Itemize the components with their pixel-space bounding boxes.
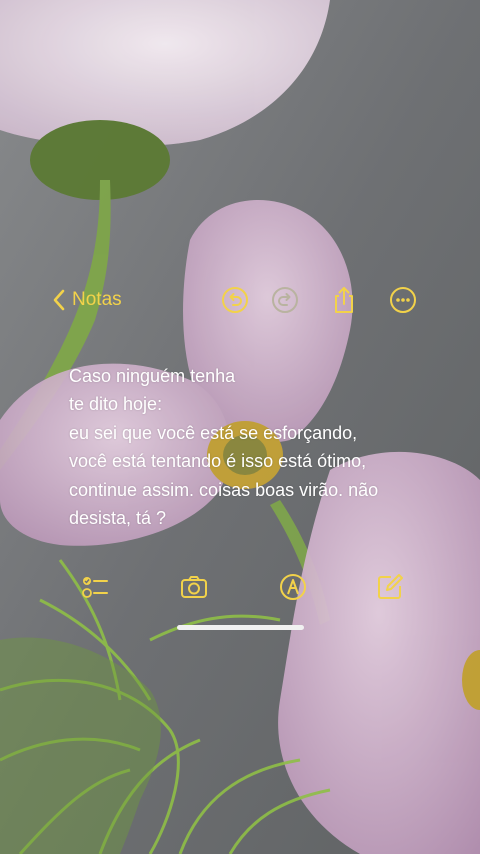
more-icon: [390, 287, 416, 313]
back-label: Notas: [72, 289, 122, 310]
redo-icon: [272, 287, 298, 313]
chevron-left-icon: [53, 289, 65, 311]
share-button[interactable]: [330, 286, 358, 314]
undo-icon: [222, 287, 248, 313]
bottom-toolbar: [0, 570, 480, 604]
home-indicator[interactable]: [177, 625, 304, 630]
camera-icon: [181, 576, 207, 598]
back-button[interactable]: Notas: [52, 286, 122, 314]
note-body[interactable]: Caso ninguém tenha te dito hoje: eu sei …: [69, 362, 399, 532]
redo-button[interactable]: [271, 286, 299, 314]
compose-button[interactable]: [375, 572, 405, 602]
checklist-icon: [82, 577, 108, 598]
camera-button[interactable]: [179, 572, 209, 602]
undo-button[interactable]: [221, 286, 249, 314]
top-toolbar: Notas: [0, 280, 480, 320]
share-icon: [335, 287, 353, 313]
more-button[interactable]: [389, 286, 417, 314]
checklist-button[interactable]: [80, 572, 110, 602]
compose-icon: [378, 574, 403, 599]
markup-icon: [280, 574, 306, 600]
markup-button[interactable]: [278, 572, 308, 602]
